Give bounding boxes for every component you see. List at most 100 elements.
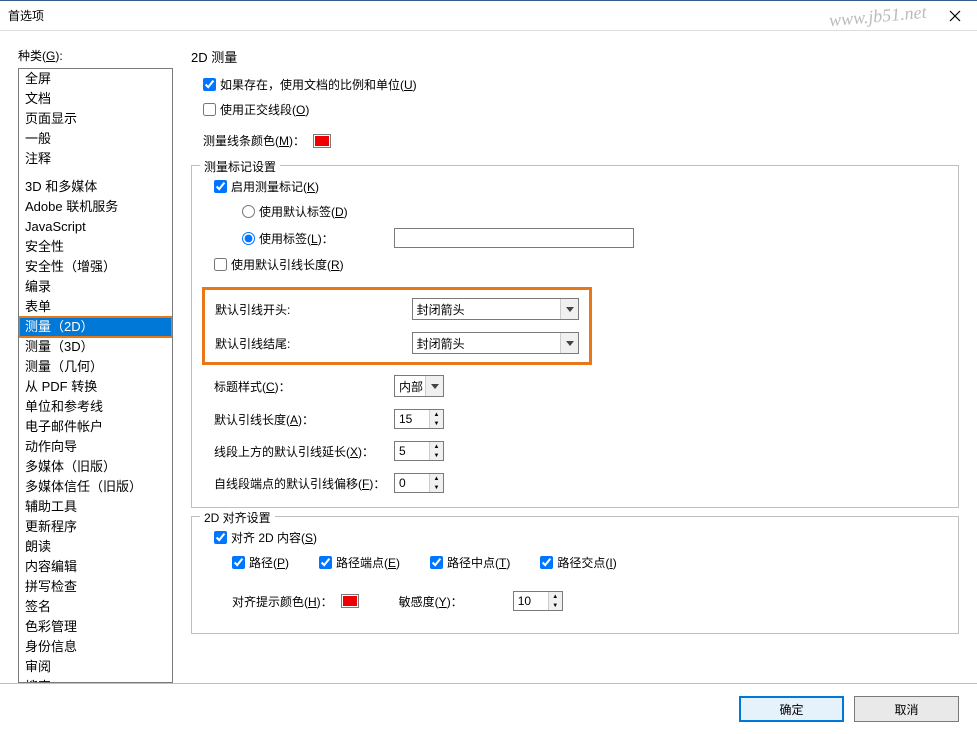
- opt-path-endpoint: 路径端点(E): [319, 554, 400, 571]
- lbl-radio-default: 使用默认标签(D): [259, 203, 348, 220]
- legend-align: 2D 对齐设置: [200, 509, 275, 526]
- category-item[interactable]: 多媒体（旧版）: [19, 457, 172, 477]
- category-item[interactable]: 文档: [19, 89, 172, 109]
- input-leader-ext[interactable]: [395, 442, 429, 460]
- category-item[interactable]: Adobe 联机服务: [19, 197, 172, 217]
- category-item[interactable]: 更新程序: [19, 517, 172, 537]
- chevron-down-icon: [560, 299, 578, 319]
- chk-default-leader-len[interactable]: [214, 258, 227, 271]
- spinner-buttons[interactable]: ▲▼: [429, 442, 443, 460]
- chk-orth-lines[interactable]: [203, 103, 216, 116]
- category-item[interactable]: 测量（几何）: [19, 357, 172, 377]
- category-item[interactable]: 一般: [19, 129, 172, 149]
- hint-color-swatch[interactable]: [341, 594, 359, 608]
- category-item[interactable]: 编录: [19, 277, 172, 297]
- spinner-buttons[interactable]: ▲▼: [548, 592, 562, 610]
- category-item[interactable]: 内容编辑: [19, 557, 172, 577]
- spinner-leader-length[interactable]: ▲▼: [394, 409, 444, 429]
- category-item[interactable]: 单位和参考线: [19, 397, 172, 417]
- category-list[interactable]: 全屏文档页面显示一般注释3D 和多媒体Adobe 联机服务JavaScript安…: [18, 68, 173, 683]
- category-label: 种类(G):: [18, 47, 173, 64]
- lbl-leader-offset: 自线段端点的默认引线偏移(F)：: [214, 475, 394, 492]
- opt-path: 路径(P): [232, 554, 289, 571]
- category-panel: 种类(G): 全屏文档页面显示一般注释 3D 和多媒体Adobe 联机服务Java…: [18, 47, 173, 683]
- lbl-align-2d: 对齐 2D 内容(S): [231, 529, 317, 546]
- legend-mark: 测量标记设置: [200, 158, 280, 175]
- preferences-dialog: 首选项 www.jb51.net 种类(G): 全屏文档页面显示一般注释 3D 和…: [0, 0, 977, 734]
- category-item[interactable]: 3D 和多媒体: [19, 177, 172, 197]
- cancel-button[interactable]: 取消: [854, 696, 959, 722]
- row-leader-end: 默认引线结尾: 封闭箭头: [215, 332, 579, 354]
- category-item[interactable]: 色彩管理: [19, 617, 172, 637]
- spinner-leader-ext[interactable]: ▲▼: [394, 441, 444, 461]
- category-item[interactable]: 身份信息: [19, 637, 172, 657]
- lbl-radio-use: 使用标签(L)：: [259, 230, 334, 247]
- fieldset-align: 2D 对齐设置 对齐 2D 内容(S) 路径(P) 路径端点(E) 路径中点(T…: [191, 516, 959, 634]
- category-item[interactable]: 页面显示: [19, 109, 172, 129]
- row-leader-offset: 自线段端点的默认引线偏移(F)： ▲▼: [214, 473, 948, 493]
- titlebar: 首选项 www.jb51.net: [0, 1, 977, 31]
- label-input[interactable]: [394, 228, 634, 248]
- chk-align-2d[interactable]: [214, 531, 227, 544]
- lbl-sensitivity: 敏感度(Y)：: [399, 593, 463, 610]
- category-item[interactable]: 测量（3D）: [19, 337, 172, 357]
- row-enable-mark: 启用测量标记(K): [214, 178, 948, 195]
- category-item[interactable]: JavaScript: [19, 217, 172, 237]
- row-hint-color: 对齐提示颜色(H)： 敏感度(Y)： ▲▼: [232, 591, 948, 611]
- row-use-doc-scale: 如果存在，使用文档的比例和单位(U): [203, 76, 959, 93]
- input-leader-length[interactable]: [395, 410, 429, 428]
- chk-path[interactable]: [232, 556, 245, 569]
- fieldset-mark: 测量标记设置 启用测量标记(K) 使用默认标签(D) 使用标签(L)： 使用默认…: [191, 165, 959, 508]
- lbl-leader-begin: 默认引线开头:: [215, 301, 333, 318]
- chk-enable-mark[interactable]: [214, 180, 227, 193]
- lbl-line-color: 测量线条颜色(M)：: [203, 132, 305, 149]
- section-title: 2D 测量: [191, 47, 959, 66]
- category-item[interactable]: 辅助工具: [19, 497, 172, 517]
- val-leader-end: 封闭箭头: [417, 335, 465, 352]
- input-leader-offset[interactable]: [395, 474, 429, 492]
- category-item[interactable]: 拼写检查: [19, 577, 172, 597]
- row-align-2d: 对齐 2D 内容(S): [214, 529, 948, 546]
- settings-panel: 2D 测量 如果存在，使用文档的比例和单位(U) 使用正交线段(O) 测量线条颜…: [191, 47, 959, 683]
- category-item[interactable]: 全屏: [19, 69, 172, 89]
- lbl-default-leader-len: 使用默认引线长度(R): [231, 256, 344, 273]
- chk-path-endpoint[interactable]: [319, 556, 332, 569]
- lbl-orth-lines: 使用正交线段(O): [220, 101, 309, 118]
- category-item[interactable]: 多媒体信任（旧版）: [19, 477, 172, 497]
- ok-button[interactable]: 确定: [739, 696, 844, 722]
- spinner-sensitivity[interactable]: ▲▼: [513, 591, 563, 611]
- watermark: www.jb51.net: [829, 2, 928, 31]
- spinner-leader-offset[interactable]: ▲▼: [394, 473, 444, 493]
- category-item[interactable]: 安全性: [19, 237, 172, 257]
- chk-path-intersect[interactable]: [540, 556, 553, 569]
- line-color-swatch[interactable]: [313, 134, 331, 148]
- dropdown-leader-begin[interactable]: 封闭箭头: [412, 298, 579, 320]
- category-item[interactable]: 表单: [19, 297, 172, 317]
- category-item[interactable]: 电子邮件帐户: [19, 417, 172, 437]
- close-button[interactable]: [932, 1, 977, 31]
- category-item[interactable]: 注释: [19, 149, 172, 169]
- input-sensitivity[interactable]: [514, 592, 548, 610]
- spinner-buttons[interactable]: ▲▼: [429, 410, 443, 428]
- category-item[interactable]: 测量（2D）: [19, 317, 172, 337]
- category-item[interactable]: 审阅: [19, 657, 172, 677]
- row-radio-use: 使用标签(L)：: [242, 228, 948, 248]
- row-leader-ext: 线段上方的默认引线延长(X)： ▲▼: [214, 441, 948, 461]
- row-line-color: 测量线条颜色(M)：: [203, 132, 959, 149]
- category-item[interactable]: 签名: [19, 597, 172, 617]
- category-item[interactable]: 安全性（增强）: [19, 257, 172, 277]
- lbl-enable-mark: 启用测量标记(K): [231, 178, 319, 195]
- dropdown-leader-end[interactable]: 封闭箭头: [412, 332, 579, 354]
- lbl-leader-ext: 线段上方的默认引线延长(X)：: [214, 443, 394, 460]
- category-item[interactable]: 从 PDF 转换: [19, 377, 172, 397]
- dropdown-caption-style[interactable]: 内部: [394, 375, 444, 397]
- radio-default-label[interactable]: [242, 205, 255, 218]
- chevron-down-icon: [560, 333, 578, 353]
- spinner-buttons[interactable]: ▲▼: [429, 474, 443, 492]
- category-item[interactable]: 动作向导: [19, 437, 172, 457]
- radio-use-label[interactable]: [242, 232, 255, 245]
- chk-path-midpoint[interactable]: [430, 556, 443, 569]
- val-caption-style: 内部: [399, 378, 423, 395]
- category-item[interactable]: 朗读: [19, 537, 172, 557]
- chk-use-doc-scale[interactable]: [203, 78, 216, 91]
